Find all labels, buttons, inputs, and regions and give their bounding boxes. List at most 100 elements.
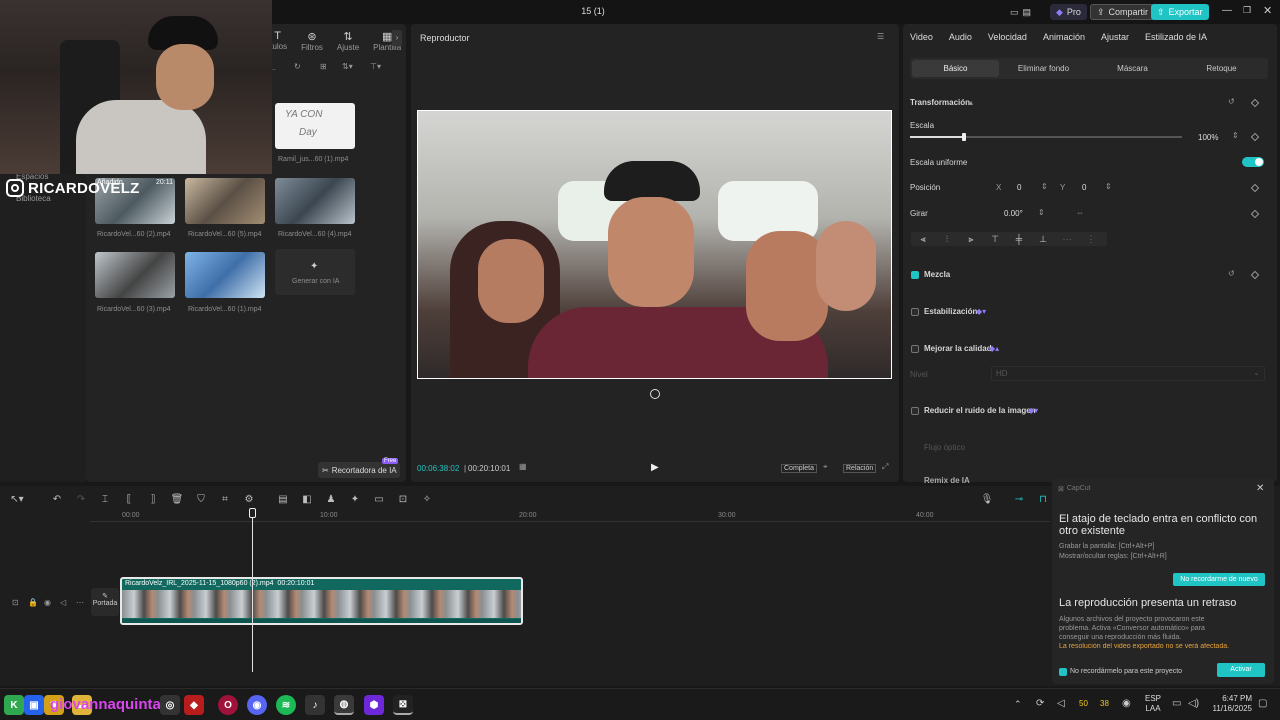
link-icon[interactable]: ⊸ bbox=[1012, 492, 1026, 506]
distribute-h-icon[interactable]: ⋯ bbox=[1055, 234, 1079, 245]
keyframe-rotate-icon[interactable] bbox=[1250, 209, 1260, 219]
steam-icon[interactable]: ◎ bbox=[160, 695, 180, 715]
share-button[interactable]: ⇪ Compartir bbox=[1090, 4, 1156, 20]
align-bottom-icon[interactable]: ⊥ bbox=[1031, 234, 1055, 245]
tab-filters[interactable]: ⊛ Filtros bbox=[301, 30, 323, 52]
scale-value[interactable]: 100% bbox=[1198, 133, 1218, 142]
reset-transform-icon[interactable]: ↺ bbox=[1228, 97, 1235, 106]
eye-icon[interactable]: ◉ bbox=[44, 598, 51, 607]
fullscreen-icon[interactable]: ⤢ bbox=[882, 462, 888, 472]
stabilize-checkbox[interactable] bbox=[911, 308, 919, 316]
player-menu-icon[interactable]: ☰ bbox=[877, 32, 884, 41]
export-frame-icon[interactable]: ⊡ bbox=[396, 492, 410, 506]
tray-speaker-icon[interactable]: ◁ bbox=[1057, 698, 1065, 709]
obs-icon[interactable]: ⬢ bbox=[364, 695, 384, 715]
magnet-icon[interactable]: ⊓ bbox=[1036, 492, 1050, 506]
subtab-mask[interactable]: Máscara bbox=[1088, 60, 1177, 77]
close-button[interactable]: ✕ bbox=[1263, 4, 1272, 17]
media-clip-1[interactable]: YA CON Day bbox=[275, 103, 355, 149]
ai-cutter-button[interactable]: ✂ Recortadora de IA bbox=[318, 462, 400, 478]
tab-ai-style[interactable]: Estilizado de IA bbox=[1145, 32, 1207, 42]
lock-icon[interactable]: 🔒 bbox=[28, 598, 38, 607]
language-indicator[interactable]: ESP LAA bbox=[1145, 694, 1161, 714]
align-center-v-icon[interactable]: ╪ bbox=[1007, 234, 1031, 244]
zoom-fit-icon[interactable]: ⌖ bbox=[823, 462, 828, 472]
tab-video[interactable]: Video bbox=[910, 32, 933, 42]
denoise-checkbox[interactable] bbox=[911, 407, 919, 415]
split-left-icon[interactable]: ⟦ bbox=[122, 492, 136, 506]
opera-icon[interactable]: O bbox=[218, 695, 238, 715]
delete-icon[interactable]: 🗑 bbox=[170, 492, 184, 506]
discord-icon[interactable]: ◉ bbox=[247, 695, 267, 715]
mic-icon[interactable]: 🎙 bbox=[980, 492, 994, 506]
denoise-label[interactable]: Reducir el ruido de la imagen bbox=[924, 406, 1036, 415]
timeline-ruler[interactable] bbox=[90, 510, 1050, 522]
pos-y-value[interactable]: 0 bbox=[1082, 183, 1086, 192]
undo-icon[interactable]: ↶ bbox=[50, 492, 64, 506]
app-k-icon[interactable]: K bbox=[4, 695, 24, 715]
align-center-h-icon[interactable]: ⫶ bbox=[935, 234, 959, 245]
track-toggle-icon[interactable]: ⊡ bbox=[12, 598, 19, 607]
full-quality-button[interactable]: Completa bbox=[781, 464, 817, 473]
playhead-handle[interactable] bbox=[249, 508, 256, 518]
chrome-icon[interactable]: ◍ bbox=[334, 695, 354, 715]
magic-icon[interactable]: ✦ bbox=[348, 492, 362, 506]
media-clip-3[interactable] bbox=[185, 178, 265, 224]
media-clip-6[interactable] bbox=[185, 252, 265, 298]
video-frame[interactable] bbox=[417, 110, 892, 379]
subtab-retouch[interactable]: Retoque bbox=[1177, 60, 1266, 77]
maximize-button[interactable]: ❐ bbox=[1243, 5, 1251, 16]
quality-checkbox[interactable] bbox=[911, 345, 919, 353]
level-select[interactable]: HD ⌄ bbox=[991, 366, 1265, 381]
notification-center-icon[interactable]: ▢ bbox=[1258, 698, 1267, 709]
playhead[interactable] bbox=[252, 510, 253, 672]
crop-icon[interactable]: ⌗ bbox=[218, 492, 232, 506]
ai-tool-icon[interactable]: ✧ bbox=[420, 492, 434, 506]
timeline-clip[interactable]: RicardoVelz_IRL_2025-11-15_1080p60 (2).m… bbox=[120, 577, 523, 625]
scale-slider-track[interactable] bbox=[910, 133, 1182, 141]
pos-x-value[interactable]: 0 bbox=[1017, 183, 1021, 192]
scale-stepper-icon[interactable]: ⇕ bbox=[1232, 131, 1239, 140]
tab-adjust[interactable]: Ajustar bbox=[1101, 32, 1129, 42]
tray-update-icon[interactable]: ⟳ bbox=[1036, 698, 1044, 709]
tab-animation[interactable]: Animación bbox=[1043, 32, 1085, 42]
more-icon[interactable]: ⋯ bbox=[76, 598, 84, 607]
person-icon[interactable]: ♟ bbox=[324, 492, 338, 506]
timecode-grid-icon[interactable]: ▦ bbox=[519, 462, 527, 471]
flip-icon[interactable]: ⇔ bbox=[1076, 208, 1084, 217]
rotate-handle-icon[interactable] bbox=[650, 389, 660, 399]
blend-label[interactable]: Mezcla bbox=[924, 270, 950, 279]
tray-expand-icon[interactable]: ⌃ bbox=[1014, 699, 1022, 710]
rotate-value[interactable]: 0.00° bbox=[1004, 209, 1023, 218]
keyframe-position-icon[interactable] bbox=[1250, 183, 1260, 193]
align-left-icon[interactable]: ⫷ bbox=[911, 234, 935, 245]
reset-blend-icon[interactable]: ↺ bbox=[1228, 269, 1235, 278]
media-app-icon[interactable]: ♪ bbox=[305, 695, 325, 715]
refresh-icon[interactable]: ↻ bbox=[294, 62, 301, 71]
align-right-icon[interactable]: ⫸ bbox=[959, 234, 983, 245]
volume-icon[interactable]: ◁) bbox=[1188, 698, 1199, 709]
tab-audio[interactable]: Audio bbox=[949, 32, 972, 42]
sort-icon[interactable]: ⇅▾ bbox=[342, 62, 353, 71]
tab-speed[interactable]: Velocidad bbox=[988, 32, 1027, 42]
notif-close-button[interactable]: ✕ bbox=[1256, 483, 1264, 494]
play-button[interactable]: ▶ bbox=[651, 462, 659, 473]
grid-view-icon[interactable]: ⊞ bbox=[320, 62, 327, 71]
notif-checkbox[interactable] bbox=[1059, 668, 1067, 676]
generate-ai-tile[interactable]: ✦ bbox=[275, 249, 355, 295]
shield-icon[interactable]: ⛉ bbox=[194, 492, 208, 506]
filter-icon[interactable]: ⊤▾ bbox=[370, 62, 381, 71]
tray-app-icon[interactable]: ◉ bbox=[1122, 698, 1131, 709]
redo-icon[interactable]: ↷ bbox=[74, 492, 88, 506]
app-blue-icon[interactable]: ▣ bbox=[24, 695, 44, 715]
media-clip-5[interactable] bbox=[95, 252, 175, 298]
minimize-button[interactable]: — bbox=[1222, 5, 1232, 16]
notif-activate-button[interactable]: Activar bbox=[1217, 663, 1265, 677]
tabs-more-button[interactable]: › bbox=[392, 30, 402, 46]
mirror-icon[interactable]: ◧ bbox=[300, 492, 314, 506]
quality-label[interactable]: Mejorar la calidad bbox=[924, 344, 992, 353]
speaker-icon[interactable]: ◁ bbox=[60, 598, 66, 607]
blend-checkbox[interactable] bbox=[911, 271, 919, 279]
subtab-basic[interactable]: Básico bbox=[912, 60, 999, 77]
keyframe-scale-icon[interactable] bbox=[1250, 132, 1260, 142]
